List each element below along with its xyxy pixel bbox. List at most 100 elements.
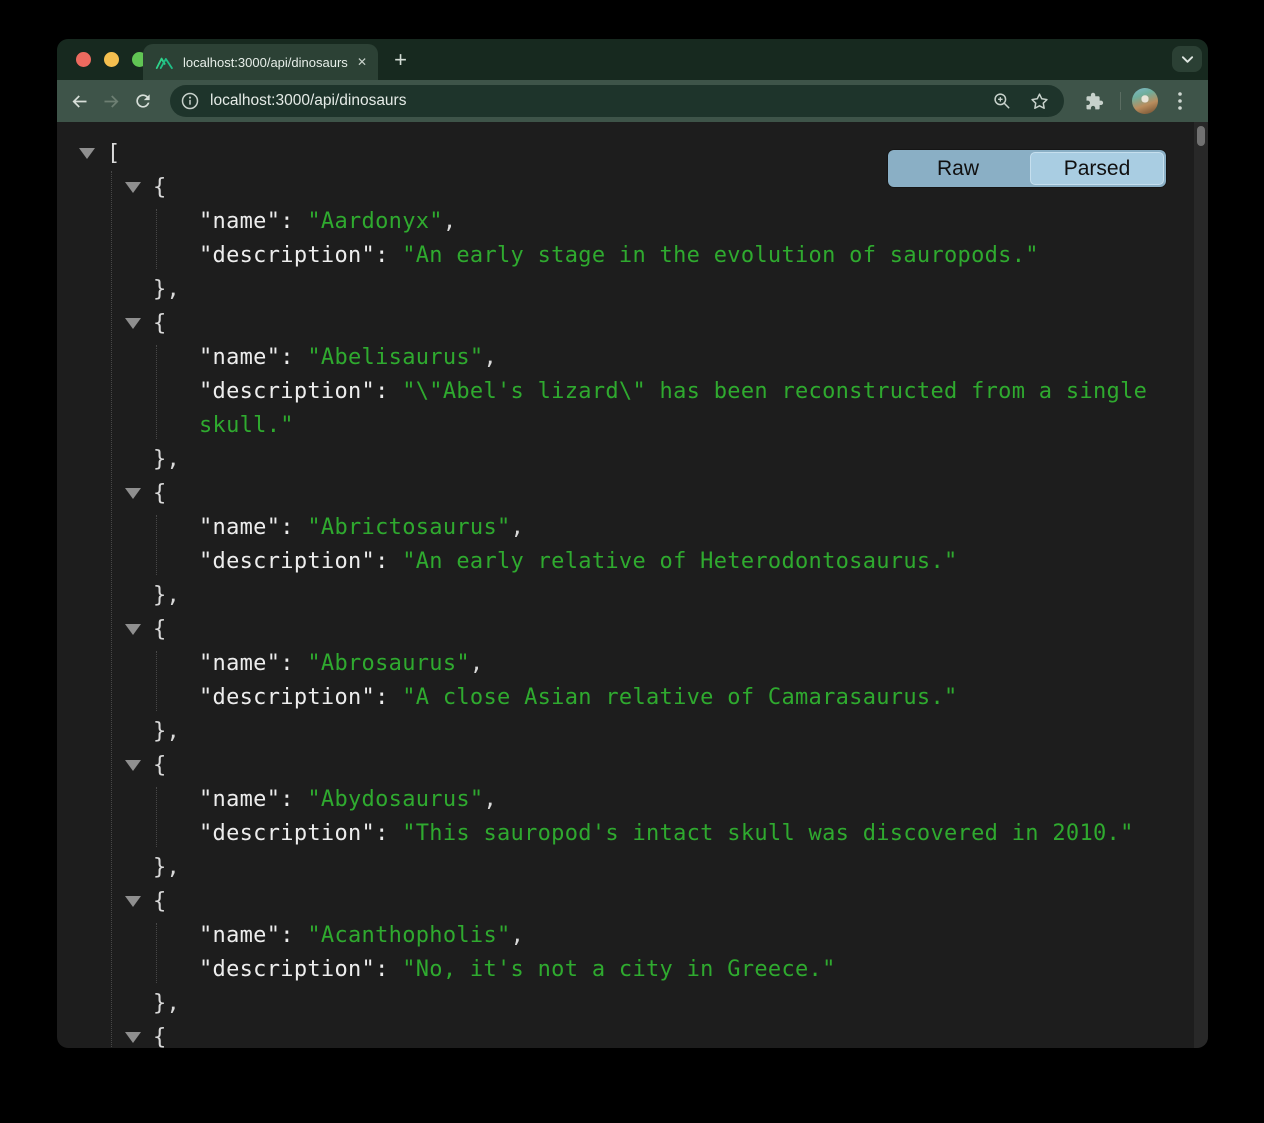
json-space xyxy=(294,651,308,676)
three-dot-menu-icon xyxy=(1178,92,1182,110)
json-space xyxy=(294,787,308,812)
profile-avatar[interactable] xyxy=(1132,88,1158,114)
collapse-arrow-icon[interactable] xyxy=(79,148,95,159)
json-name-row: "name": "Abydosaurus", xyxy=(57,783,1194,817)
tab-search-button[interactable] xyxy=(1172,46,1202,72)
json-key: "description": xyxy=(199,685,389,710)
close-tab-icon[interactable]: ✕ xyxy=(357,56,367,68)
json-object: {"name": "Abrictosaurus","description": … xyxy=(57,477,1194,613)
browser-toolbar: localhost:3000/api/dinosaurs xyxy=(57,80,1208,122)
json-string-value: "Abrosaurus" xyxy=(307,651,470,676)
collapse-arrow-icon[interactable] xyxy=(125,318,141,329)
json-name-row: "name": "Abelisaurus", xyxy=(57,341,1194,375)
json-object-body: "name": "Abydosaurus","description": "Th… xyxy=(57,783,1194,851)
parsed-button[interactable]: Parsed xyxy=(1030,152,1164,185)
json-object-open-row: { xyxy=(57,613,1194,647)
json-open-brace: { xyxy=(153,481,167,506)
traffic-lights xyxy=(76,52,147,67)
json-description-row: "description": "This sauropod's intact s… xyxy=(57,817,1194,851)
json-open-brace: { xyxy=(153,889,167,914)
json-string-value: "No, it's not a city in Greece." xyxy=(402,957,835,982)
json-key: "description": xyxy=(199,957,389,982)
json-key: "description": xyxy=(199,821,389,846)
json-key: "name": xyxy=(199,345,294,370)
json-name-row: "name": "Acanthopholis", xyxy=(57,919,1194,953)
puzzle-piece-icon xyxy=(1083,91,1104,112)
scrollbar-thumb[interactable] xyxy=(1197,126,1205,146)
json-comma: , xyxy=(511,515,525,540)
bookmark-star-icon[interactable] xyxy=(1029,91,1050,112)
json-description-row: "description": "\"Abel's lizard\" has be… xyxy=(57,375,1194,443)
new-tab-button[interactable]: + xyxy=(387,46,414,73)
json-space xyxy=(389,379,403,404)
json-object-body: "name": "Aardonyx", "description": "An ea… xyxy=(57,205,1194,273)
collapse-arrow-icon[interactable] xyxy=(125,182,141,193)
browser-tab[interactable]: localhost:3000/api/dinosaurs ✕ xyxy=(143,44,378,80)
json-comma: , xyxy=(443,209,457,234)
json-comma: , xyxy=(483,787,497,812)
json-open-brace: { xyxy=(153,311,167,336)
json-description-row: "description": "A close Asian relative o… xyxy=(57,681,1194,715)
json-space xyxy=(389,685,403,710)
json-object-close-row: }, xyxy=(57,715,1194,749)
close-window-button[interactable] xyxy=(76,52,91,67)
json-description-row: "description": "An early relative of Het… xyxy=(57,545,1194,579)
zoom-icon[interactable] xyxy=(992,91,1012,111)
json-close-brace: }, xyxy=(153,991,180,1016)
toolbar-right xyxy=(1077,85,1194,117)
json-description-row: "description": "No, it's not a city in G… xyxy=(57,953,1194,987)
collapse-arrow-icon[interactable] xyxy=(125,1032,141,1043)
json-object-body: "name": "Abelisaurus","description": "\"… xyxy=(57,341,1194,443)
minimize-window-button[interactable] xyxy=(104,52,119,67)
fresh-logo-favicon-icon xyxy=(155,55,174,70)
json-space xyxy=(389,957,403,982)
raw-button[interactable]: Raw xyxy=(888,150,1028,187)
reload-icon xyxy=(133,91,153,111)
back-button[interactable] xyxy=(63,85,95,117)
json-key: "name": xyxy=(199,923,294,948)
json-close-brace: }, xyxy=(153,277,180,302)
json-object-open-row-partial: { xyxy=(57,1021,1194,1048)
json-key: "name": xyxy=(199,209,294,234)
collapse-arrow-icon[interactable] xyxy=(125,760,141,771)
address-bar[interactable]: localhost:3000/api/dinosaurs xyxy=(170,85,1064,117)
json-string-value: "This sauropod's intact skull was discov… xyxy=(402,821,1133,846)
extensions-button[interactable] xyxy=(1077,85,1109,117)
json-comma: , xyxy=(483,345,497,370)
json-space xyxy=(389,821,403,846)
json-string-value: "Abelisaurus" xyxy=(307,345,483,370)
tab-strip: localhost:3000/api/dinosaurs ✕ + xyxy=(57,39,1208,80)
json-close-brace: }, xyxy=(153,583,180,608)
chevron-down-icon xyxy=(1181,55,1194,64)
collapse-arrow-icon[interactable] xyxy=(125,896,141,907)
json-string-value: "A close Asian relative of Camarasaurus.… xyxy=(402,685,957,710)
json-space xyxy=(294,515,308,540)
json-object: {"name": "Abelisaurus","description": "\… xyxy=(57,307,1194,477)
json-key: "name": xyxy=(199,651,294,676)
json-space xyxy=(389,243,403,268)
collapse-arrow-icon[interactable] xyxy=(125,624,141,635)
json-object-close-row: }, xyxy=(57,273,1194,307)
browser-menu-button[interactable] xyxy=(1166,87,1194,115)
json-comma: , xyxy=(470,651,484,676)
json-object-open-row: { xyxy=(57,477,1194,511)
json-key: "description": xyxy=(199,243,389,268)
json-space xyxy=(294,209,308,234)
tab-title: localhost:3000/api/dinosaurs xyxy=(183,55,349,70)
collapse-arrow-icon[interactable] xyxy=(125,488,141,499)
json-view: [{"name": "Aardonyx","description": "An … xyxy=(57,122,1194,1048)
url-text[interactable]: localhost:3000/api/dinosaurs xyxy=(210,92,992,110)
json-space xyxy=(389,549,403,574)
site-info-icon[interactable] xyxy=(180,91,200,111)
json-space xyxy=(294,345,308,370)
reload-button[interactable] xyxy=(127,85,159,117)
scrollbar-track[interactable] xyxy=(1194,122,1208,1048)
forward-button[interactable] xyxy=(95,85,127,117)
json-string-value: "Acanthopholis" xyxy=(307,923,510,948)
json-open-brace: { xyxy=(153,617,167,642)
json-key: "description": xyxy=(199,549,389,574)
json-string-value: "Aardonyx" xyxy=(307,209,442,234)
json-object-body: "name": "Abrictosaurus","description": "… xyxy=(57,511,1194,579)
json-string-value: "An early stage in the evolution of saur… xyxy=(402,243,1039,268)
back-arrow-icon xyxy=(69,91,90,112)
